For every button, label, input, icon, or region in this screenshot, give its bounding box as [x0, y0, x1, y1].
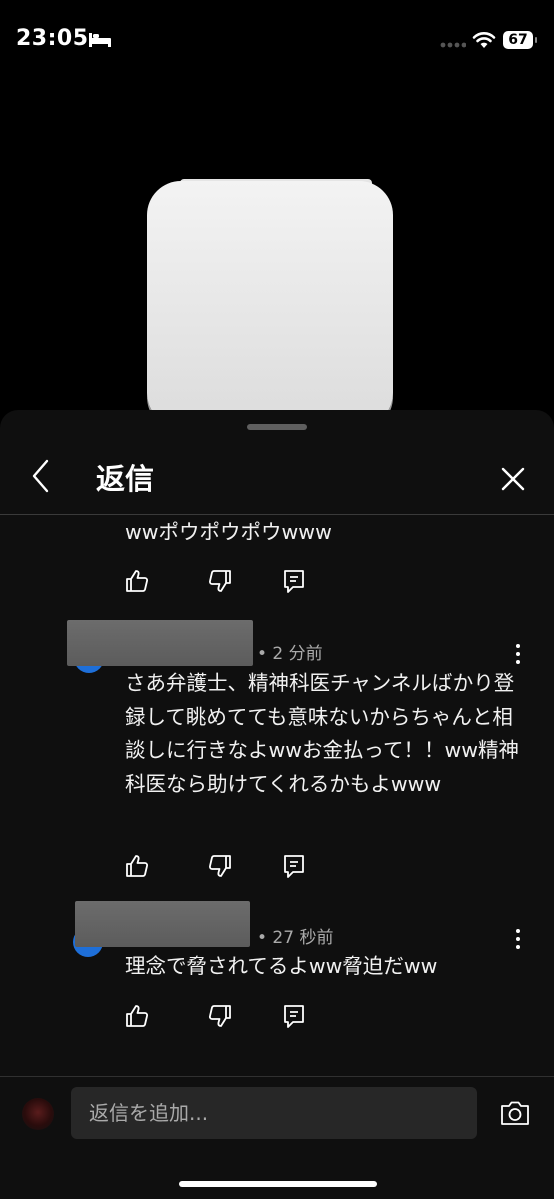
status-bar: 23:05 67	[0, 0, 554, 80]
comment-text: 理念で脅されてるよww脅迫だww	[125, 954, 438, 978]
thumbs-down-icon[interactable]	[207, 853, 233, 879]
video-player[interactable]	[0, 80, 554, 427]
reply-icon[interactable]	[281, 853, 307, 879]
thumbs-down-icon[interactable]	[207, 568, 233, 594]
thumbs-up-icon[interactable]	[124, 1003, 150, 1029]
wifi-icon	[472, 32, 496, 48]
video-thumbnail	[147, 181, 393, 427]
replies-sheet: 返信 wwポウポウポウwww • 2 分前 さあ弁護士、精神科医チャンネルばかり…	[0, 410, 554, 1199]
close-icon[interactable]	[496, 462, 530, 496]
comment-timestamp: • 2 分前	[257, 644, 323, 664]
avatar[interactable]	[22, 1098, 54, 1130]
status-time: 23:05	[16, 26, 89, 51]
camera-icon[interactable]	[499, 1099, 531, 1127]
author-name-redacted[interactable]	[67, 620, 253, 666]
thumbs-up-icon[interactable]	[124, 853, 150, 879]
reply-icon[interactable]	[281, 1003, 307, 1029]
author-name-redacted[interactable]	[75, 901, 250, 947]
comment-text: さあ弁護士、精神科医チャンネルばかり登録して眺めてても意味ないからちゃんと相談し…	[125, 671, 520, 796]
composer-divider	[0, 1076, 554, 1077]
home-indicator[interactable]	[179, 1181, 377, 1187]
page-title: 返信	[96, 462, 155, 496]
reply-icon[interactable]	[281, 568, 307, 594]
sheet-header: 返信	[0, 442, 554, 514]
battery-indicator: 67	[503, 31, 537, 49]
drag-handle[interactable]	[247, 424, 307, 430]
cellular-signal-icon	[440, 42, 466, 48]
chevron-left-icon[interactable]	[26, 458, 56, 494]
comment-text: wwポウポウポウwww	[125, 520, 332, 544]
more-vert-icon[interactable]	[511, 642, 525, 666]
header-divider	[0, 514, 554, 515]
thumbs-up-icon[interactable]	[124, 568, 150, 594]
reply-input[interactable]	[71, 1087, 477, 1139]
bed-icon	[89, 33, 111, 47]
thumbs-down-icon[interactable]	[207, 1003, 233, 1029]
comment-timestamp: • 27 秒前	[257, 928, 334, 948]
more-vert-icon[interactable]	[511, 927, 525, 951]
